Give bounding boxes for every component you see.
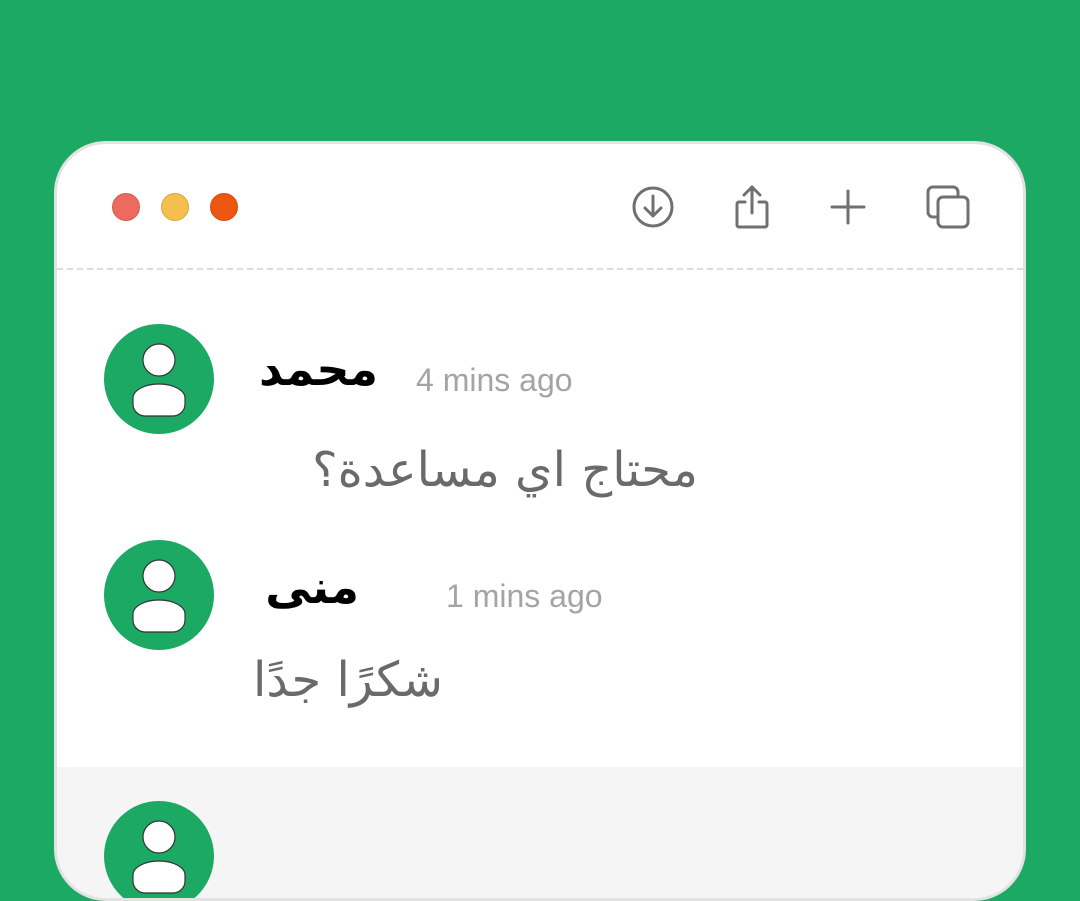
- compose-row: [57, 767, 1023, 898]
- user-icon: [132, 820, 186, 894]
- copy-button[interactable]: [923, 182, 973, 232]
- avatar[interactable]: [104, 801, 214, 898]
- close-window-button[interactable]: [112, 193, 140, 221]
- message-author: محمد: [258, 342, 378, 396]
- download-button[interactable]: [628, 182, 678, 232]
- message-text: شكرًا جدًا: [252, 652, 443, 708]
- user-icon: [132, 559, 186, 633]
- avatar[interactable]: [104, 324, 214, 434]
- avatar[interactable]: [104, 540, 214, 650]
- add-button[interactable]: [823, 182, 873, 232]
- copy-icon: [926, 185, 970, 229]
- message-timestamp: 4 mins ago: [416, 362, 573, 398]
- title-bar: [57, 144, 1023, 270]
- message-timestamp: 1 mins ago: [446, 578, 603, 614]
- download-icon: [632, 186, 674, 228]
- share-button[interactable]: [727, 182, 777, 232]
- plus-icon: [830, 189, 866, 225]
- minimize-window-button[interactable]: [161, 193, 189, 221]
- share-icon: [735, 185, 769, 229]
- zoom-window-button[interactable]: [210, 193, 238, 221]
- chat-window: محمد 4 mins ago محتاج اي مساعدة؟ منى 1 m…: [54, 141, 1026, 901]
- message-text: محتاج اي مساعدة؟: [312, 442, 698, 498]
- user-icon: [132, 343, 186, 417]
- message-author: منى: [265, 560, 359, 614]
